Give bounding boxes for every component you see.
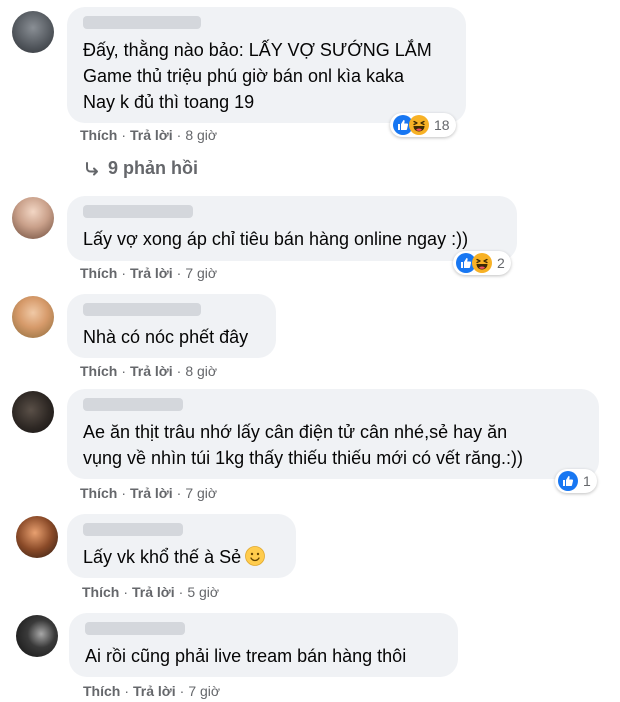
reply-button[interactable]: Trả lời xyxy=(132,584,175,600)
separator-dot: · xyxy=(123,584,129,600)
comment-timestamp[interactable]: 8 giờ xyxy=(185,127,217,143)
like-button[interactable]: Thích xyxy=(82,584,119,600)
separator-dot: · xyxy=(121,363,127,379)
view-replies-link[interactable]: 9 phản hồi xyxy=(84,158,198,179)
comment-timestamp[interactable]: 5 giờ xyxy=(187,584,219,600)
author-name-redacted[interactable] xyxy=(85,622,185,635)
author-name-redacted[interactable] xyxy=(83,303,201,316)
reply-button[interactable]: Trả lời xyxy=(130,127,173,143)
reaction-count: 1 xyxy=(583,473,591,489)
comment-timestamp[interactable]: 8 giờ xyxy=(185,363,217,379)
comment-text-line: Nhà có nóc phết đây xyxy=(83,327,249,347)
comment-actions: Thích · Trả lời · 7 giờ xyxy=(83,683,220,699)
comment-actions: Thích · Trả lời · 5 giờ xyxy=(82,584,219,600)
avatar[interactable] xyxy=(16,615,58,657)
avatar[interactable] xyxy=(16,516,58,558)
separator-dot: · xyxy=(179,683,185,699)
comment-text: Lấy vk khổ thế à Sẻ xyxy=(83,547,242,567)
reply-button[interactable]: Trả lời xyxy=(130,485,173,501)
reaction-summary[interactable]: 18 xyxy=(390,113,456,137)
separator-dot: · xyxy=(121,127,127,143)
separator-dot: · xyxy=(176,265,182,281)
comment-actions: Thích · Trả lời · 8 giờ xyxy=(80,363,217,379)
comment-timestamp[interactable]: 7 giờ xyxy=(185,265,217,281)
comment-bubble: Ae ăn thịt trâu nhớ lấy cân điện tử cân … xyxy=(67,389,599,479)
separator-dot: · xyxy=(176,485,182,501)
comment-timestamp[interactable]: 7 giờ xyxy=(185,485,217,501)
reply-button[interactable]: Trả lời xyxy=(130,363,173,379)
author-name-redacted[interactable] xyxy=(83,523,183,536)
slightly-smiling-face-icon xyxy=(245,546,266,566)
comment-actions: Thích · Trả lời · 7 giờ xyxy=(80,265,217,281)
comment-timestamp[interactable]: 7 giờ xyxy=(188,683,220,699)
reaction-count: 2 xyxy=(497,255,505,271)
comment-text-line: vụng về nhìn túi 1kg thấy thiếu thiếu mớ… xyxy=(83,448,524,468)
comment-text-line: Ai rồi cũng phải live tream bán hàng thô… xyxy=(85,646,407,666)
separator-dot: · xyxy=(176,127,182,143)
reply-button[interactable]: Trả lời xyxy=(133,683,176,699)
author-name-redacted[interactable] xyxy=(83,205,193,218)
like-button[interactable]: Thích xyxy=(83,683,120,699)
comment-bubble: Lấy vợ xong áp chỉ tiêu bán hàng online … xyxy=(67,196,517,261)
like-icon xyxy=(558,471,578,491)
separator-dot: · xyxy=(121,265,127,281)
comment-text-line: Lấy vợ xong áp chỉ tiêu bán hàng online … xyxy=(83,229,469,249)
comment-bubble: Đấy, thằng nào bảo: LẤY VỢ SƯỚNG LẮM Gam… xyxy=(67,7,466,123)
replies-count-label: 9 phản hồi xyxy=(108,158,198,178)
haha-icon xyxy=(472,253,492,273)
author-name-redacted[interactable] xyxy=(83,16,201,29)
haha-icon xyxy=(409,115,429,135)
author-name-redacted[interactable] xyxy=(83,398,183,411)
comment-text-line: Ae ăn thịt trâu nhớ lấy cân điện tử cân … xyxy=(83,422,508,442)
reaction-summary[interactable]: 2 xyxy=(453,251,511,275)
avatar[interactable] xyxy=(12,11,54,53)
avatar[interactable] xyxy=(12,391,54,433)
avatar[interactable] xyxy=(12,197,54,239)
separator-dot: · xyxy=(121,485,127,501)
comment-bubble: Ai rồi cũng phải live tream bán hàng thô… xyxy=(69,613,458,677)
separator-dot: · xyxy=(178,584,184,600)
reaction-count: 18 xyxy=(434,117,450,133)
like-button[interactable]: Thích xyxy=(80,127,117,143)
reply-button[interactable]: Trả lời xyxy=(130,265,173,281)
comment-actions: Thích · Trả lời · 7 giờ xyxy=(80,485,217,501)
reaction-summary[interactable]: 1 xyxy=(555,469,597,493)
like-button[interactable]: Thích xyxy=(80,265,117,281)
avatar[interactable] xyxy=(12,296,54,338)
separator-dot: · xyxy=(176,363,182,379)
like-button[interactable]: Thích xyxy=(80,363,117,379)
like-button[interactable]: Thích xyxy=(80,485,117,501)
comment-actions: Thích · Trả lời · 8 giờ xyxy=(80,127,217,143)
comment-text-line: Đấy, thằng nào bảo: LẤY VỢ SƯỚNG LẮM xyxy=(83,40,432,60)
comment-text-line: Game thủ triệu phú giờ bán onl kìa kaka xyxy=(83,66,404,86)
separator-dot: · xyxy=(124,683,130,699)
comment-bubble: Nhà có nóc phết đây xyxy=(67,294,276,358)
reply-arrow-icon xyxy=(86,162,98,176)
comment-text-line: Lấy vk khổ thế à Sẻ xyxy=(83,544,266,570)
comment-bubble: Lấy vk khổ thế à Sẻ xyxy=(67,514,296,578)
comment-text-line: Nay k đủ thì toang 19 xyxy=(83,92,255,112)
